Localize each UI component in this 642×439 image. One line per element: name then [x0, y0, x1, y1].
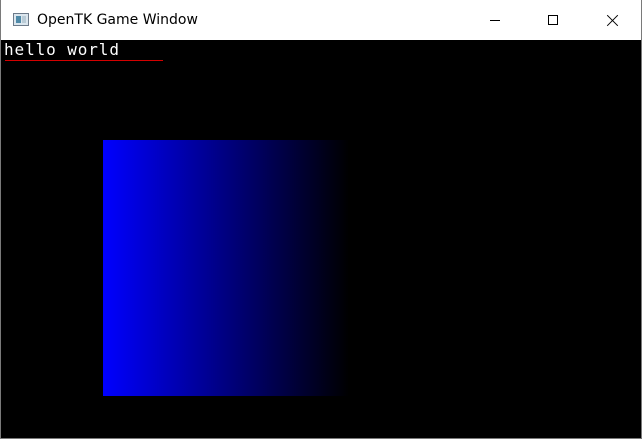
maximize-icon [548, 15, 558, 25]
game-window: OpenTK Game Window hello world [0, 0, 642, 439]
render-canvas[interactable]: hello world [1, 40, 641, 438]
title-bar[interactable]: OpenTK Game Window [1, 0, 641, 40]
close-icon [606, 14, 619, 27]
minimize-button[interactable] [465, 0, 523, 40]
close-button[interactable] [583, 0, 641, 40]
minimize-icon [490, 20, 500, 21]
app-window-icon[interactable] [13, 13, 29, 26]
maximize-button[interactable] [524, 0, 582, 40]
window-title: OpenTK Game Window [37, 12, 198, 28]
text-underline [5, 60, 163, 61]
blue-gradient-quad [103, 140, 349, 396]
hello-world-text: hello world [4, 40, 120, 59]
